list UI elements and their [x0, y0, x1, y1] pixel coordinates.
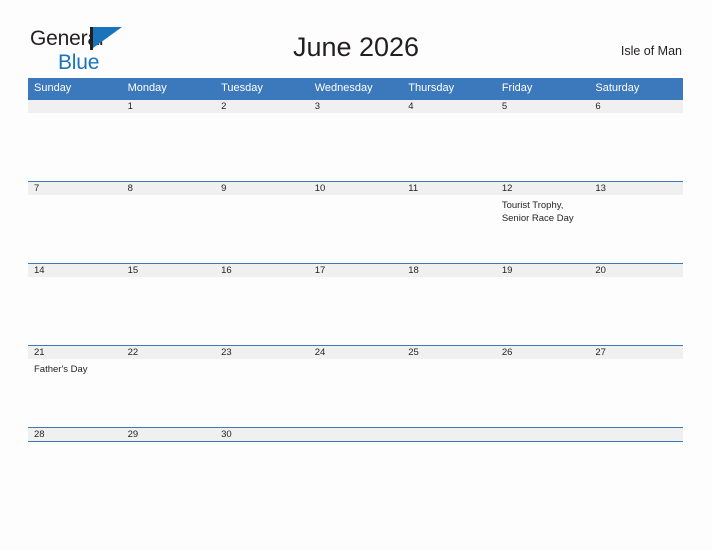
day-number: 30 — [215, 428, 309, 441]
calendar-day-cell[interactable]: 7 — [28, 182, 122, 263]
day-number: 1 — [121, 100, 216, 113]
calendar-day-cell[interactable]: 2 — [215, 100, 309, 181]
calendar-day-cell[interactable]: 6 — [589, 100, 683, 181]
page-header: General Blue June 2026 Isle of Man — [0, 0, 712, 73]
weekday-header-saturday: Saturday — [595, 82, 640, 94]
calendar-day-cell[interactable]: 24 — [308, 346, 403, 427]
day-number — [28, 100, 122, 113]
day-number: 14 — [28, 264, 122, 277]
calendar-day-cell-empty — [589, 428, 683, 441]
calendar-day-cell[interactable]: 25 — [402, 346, 496, 427]
calendar-day-cell[interactable]: 14 — [28, 264, 122, 345]
calendar-day-cell[interactable]: 20 — [589, 264, 683, 345]
day-number: 25 — [402, 346, 496, 359]
day-number: 17 — [308, 264, 403, 277]
day-number: 20 — [589, 264, 683, 277]
calendar-day-cell-empty — [308, 428, 403, 441]
day-number: 13 — [589, 182, 683, 195]
day-number: 2 — [215, 100, 309, 113]
calendar-day-cell[interactable]: 29 — [121, 428, 216, 441]
calendar-day-cell[interactable]: 16 — [215, 264, 309, 345]
calendar-day-cell[interactable]: 22 — [121, 346, 216, 427]
calendar-day-cell[interactable]: 17 — [308, 264, 403, 345]
page-title: June 2026 — [292, 32, 420, 62]
event-label: Father's Day — [34, 364, 88, 375]
day-number — [589, 428, 683, 441]
weekday-header-monday: Monday — [127, 82, 167, 94]
calendar-weeks: 1 2 3 4 5 6 7 8 9 10 11 12 Tourist Trophy, Senior Rac… — [28, 99, 683, 442]
calendar-day-cell[interactable]: 9 — [215, 182, 309, 263]
calendar-day-cell[interactable]: 30 — [215, 428, 309, 441]
day-number: 12 — [495, 182, 590, 195]
day-number: 23 — [215, 346, 309, 359]
calendar-day-cell[interactable]: 26 — [495, 346, 590, 427]
calendar-week-row: 21 Father's Day 22 23 24 25 26 27 — [28, 345, 683, 427]
weekday-header-row: Sunday Monday Tuesday Wednesday Thursday Frid… — [28, 78, 683, 99]
calendar-day-cell[interactable]: 18 — [402, 264, 496, 345]
calendar-day-cell[interactable]: 5 — [495, 100, 590, 181]
day-number — [402, 428, 496, 441]
day-number: 19 — [495, 264, 590, 277]
weekday-header-wednesday: Wednesday — [314, 82, 373, 94]
day-number: 22 — [121, 346, 216, 359]
day-number: 29 — [121, 428, 216, 441]
day-number: 7 — [28, 182, 122, 195]
event-label: Tourist Trophy, — [501, 200, 564, 211]
calendar-day-cell-empty — [495, 428, 590, 441]
day-number — [308, 428, 403, 441]
weekday-header-thursday: Thursday — [408, 82, 455, 94]
calendar-week-row: 28 29 30 — [28, 427, 683, 442]
day-number: 16 — [215, 264, 309, 277]
calendar-day-cell[interactable]: 1 — [121, 100, 216, 181]
calendar-day-cell-empty — [28, 100, 122, 181]
calendar-day-cell[interactable]: 23 — [215, 346, 309, 427]
day-number: 9 — [215, 182, 309, 195]
day-number: 11 — [402, 182, 496, 195]
day-number: 8 — [121, 182, 216, 195]
day-number: 6 — [589, 100, 683, 113]
calendar-day-cell[interactable]: 19 — [495, 264, 590, 345]
location-label: Isle of Man — [620, 44, 682, 58]
calendar-day-cell[interactable]: 15 — [121, 264, 216, 345]
day-number: 18 — [402, 264, 496, 277]
calendar-grid: Sunday Monday Tuesday Wednesday Thursday Frid… — [28, 78, 683, 442]
day-number: 26 — [495, 346, 590, 359]
calendar-day-cell[interactable]: 27 — [589, 346, 683, 427]
calendar-week-row: 14 15 16 17 18 19 20 — [28, 263, 683, 345]
day-number: 15 — [121, 264, 216, 277]
calendar-week-row: 123456 — [28, 99, 683, 181]
weekday-header-friday: Friday — [501, 82, 533, 94]
event-label: Senior Race Day — [501, 213, 574, 224]
day-events: Tourist Trophy, Senior Race Day — [496, 195, 590, 225]
calendar-day-cell[interactable]: 13 — [589, 182, 683, 263]
calendar-day-cell[interactable]: 3 — [308, 100, 403, 181]
calendar-week-row: 7 8 9 10 11 12 Tourist Trophy, Senior Race Day 1… — [28, 181, 683, 263]
day-number: 4 — [402, 100, 496, 113]
day-events: Father's Day — [28, 359, 122, 376]
calendar-day-cell-empty — [402, 428, 496, 441]
day-number: 3 — [308, 100, 403, 113]
day-number: 28 — [28, 428, 122, 441]
day-number: 5 — [495, 100, 590, 113]
calendar-day-cell[interactable]: 10 — [308, 182, 403, 263]
calendar-day-cell[interactable]: 4 — [402, 100, 496, 181]
calendar-day-cell[interactable]: 11 — [402, 182, 496, 263]
weekday-header-sunday: Sunday — [34, 82, 72, 94]
weekday-header-tuesday: Tuesday — [221, 82, 263, 94]
calendar-day-cell[interactable]: 8 — [121, 182, 216, 263]
calendar-day-cell[interactable]: 28 — [28, 428, 122, 441]
day-number: 10 — [308, 182, 403, 195]
day-number: 24 — [308, 346, 403, 359]
day-number: 21 — [28, 346, 122, 359]
calendar-day-cell[interactable]: 21 Father's Day — [28, 346, 122, 427]
day-number: 27 — [589, 346, 683, 359]
day-number — [495, 428, 590, 441]
calendar-day-cell[interactable]: 12 Tourist Trophy, Senior Race Day — [495, 182, 590, 263]
